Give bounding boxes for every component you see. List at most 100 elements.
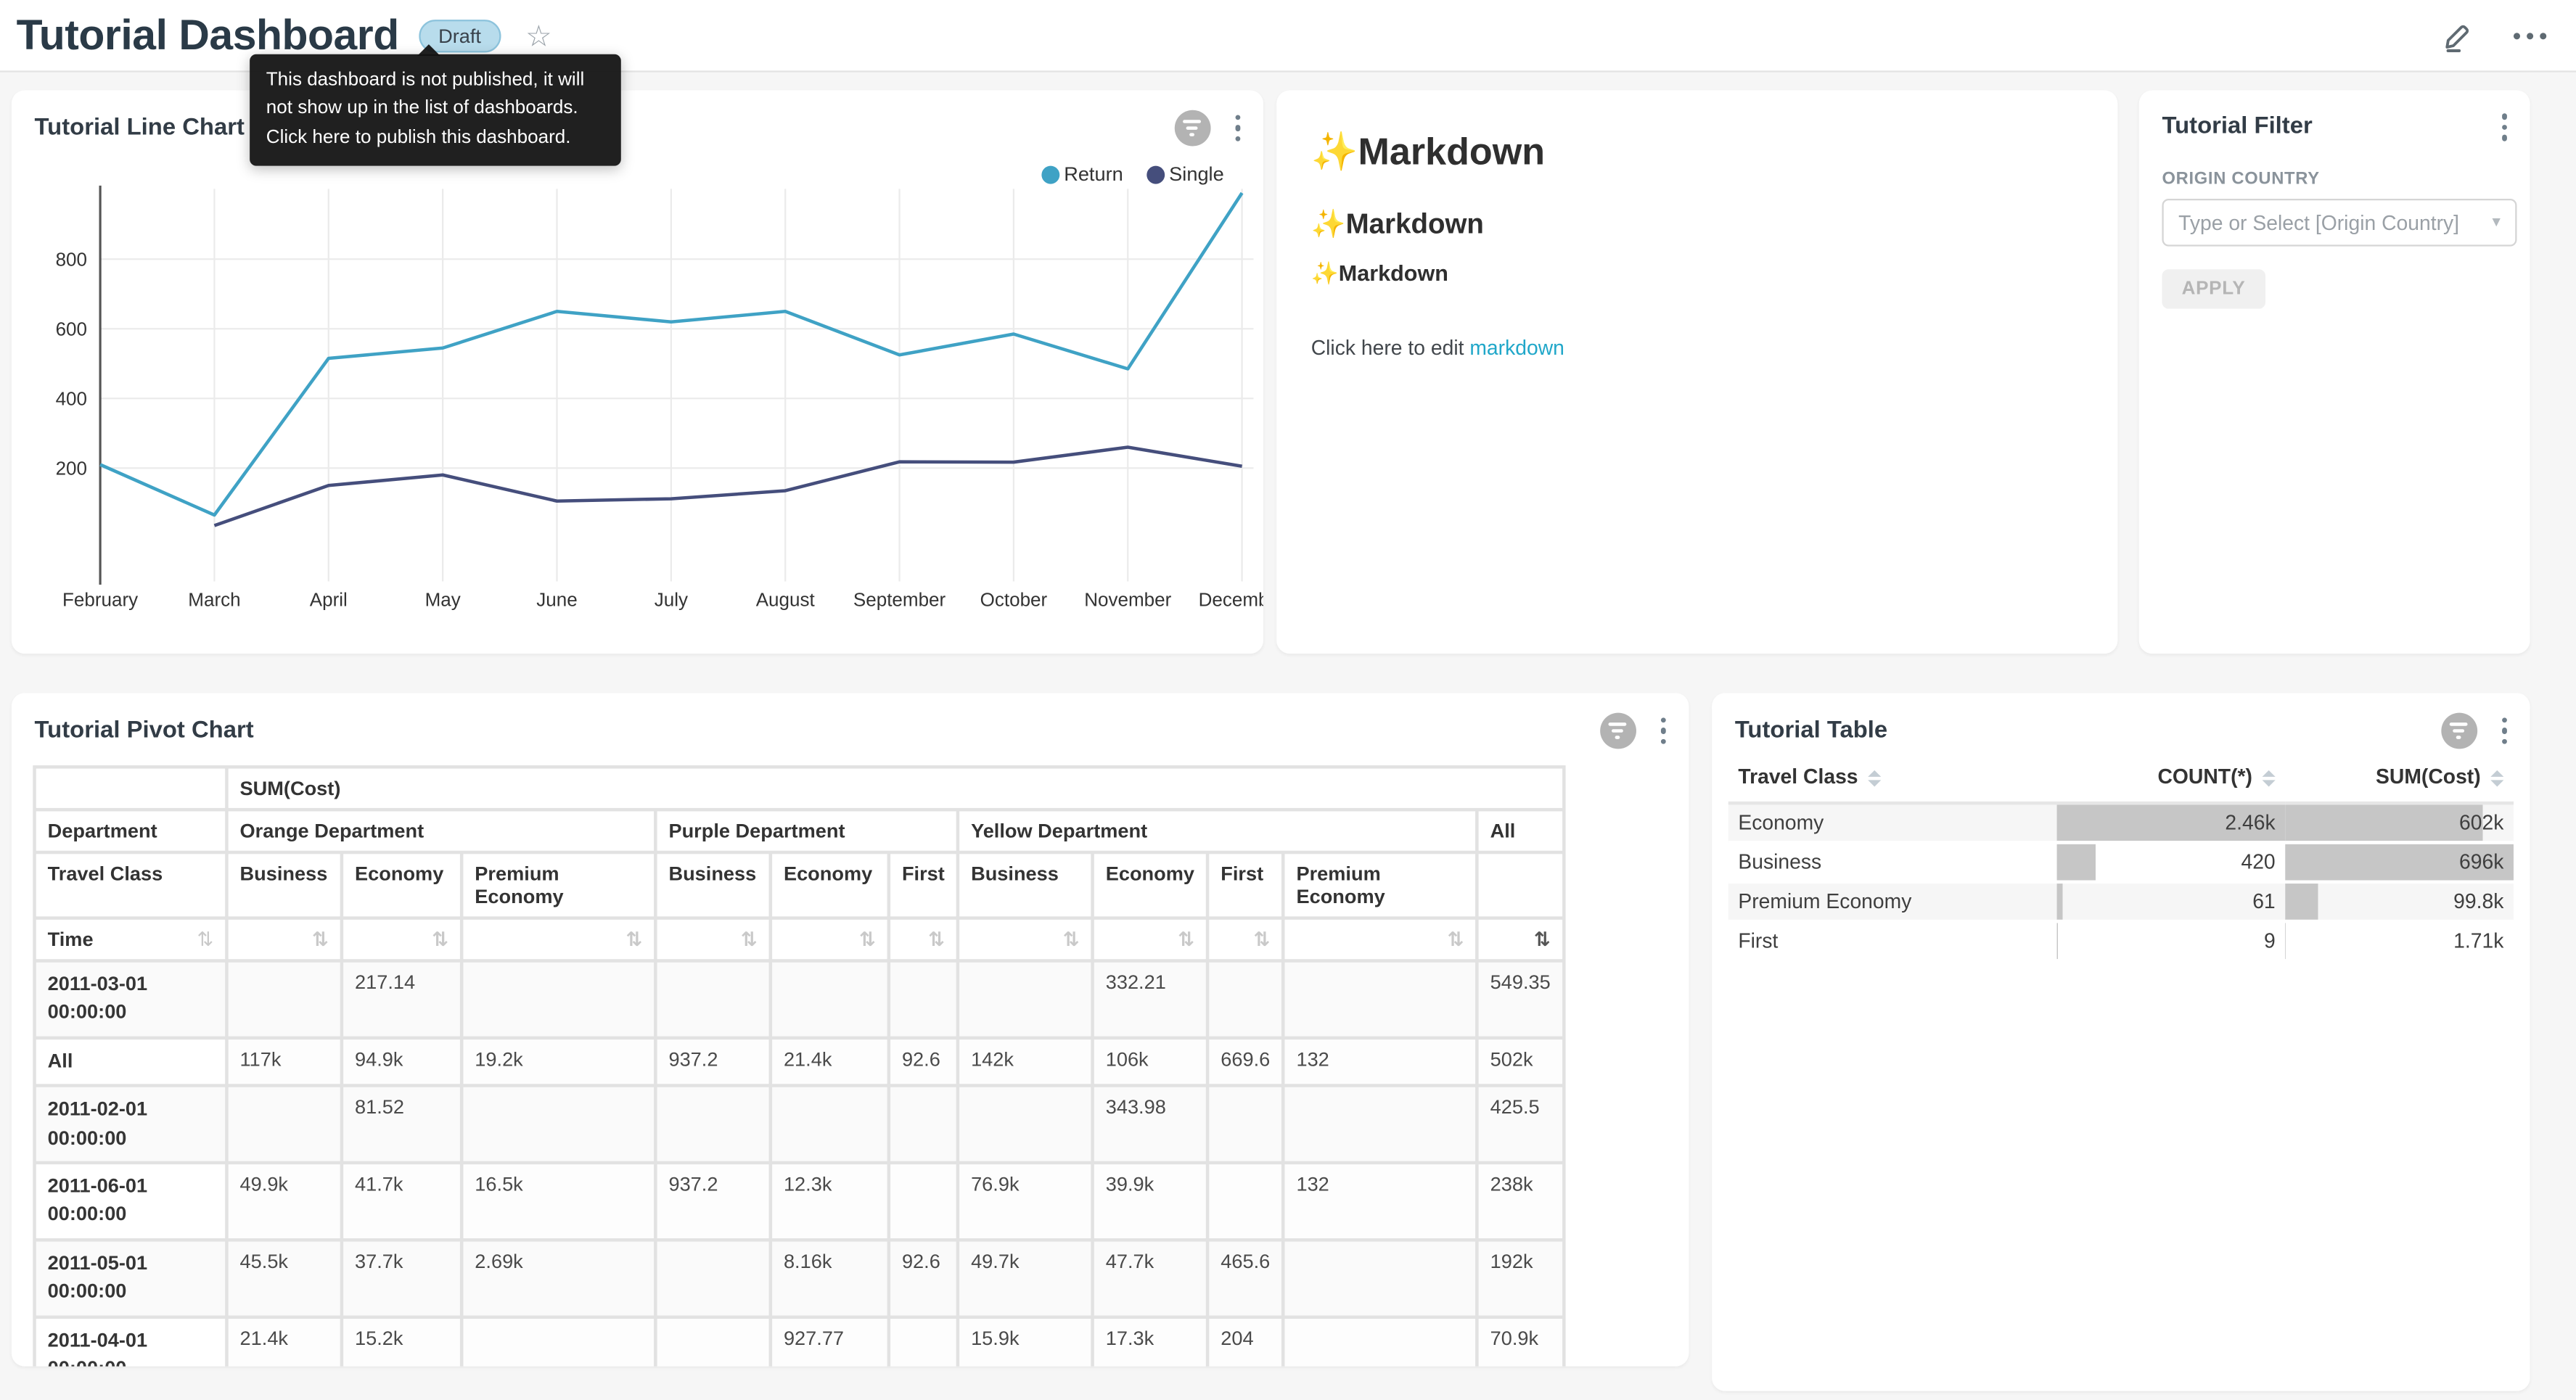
pivot-class-header[interactable]: Economy xyxy=(772,854,887,916)
table-row[interactable]: First91.71k xyxy=(1728,921,2514,960)
applied-filter-badge-icon[interactable] xyxy=(2440,713,2477,749)
legend-item[interactable]: Single xyxy=(1146,162,1223,186)
pivot-value-cell: 92.6 xyxy=(890,1039,956,1084)
table-card-header: Tutorial Table xyxy=(1735,713,2514,749)
pivot-class-header[interactable]: Economy xyxy=(1094,854,1206,916)
markdown-card[interactable]: ✨Markdown ✨Markdown ✨Markdown Click here… xyxy=(1276,91,2117,654)
pivot-title: Tutorial Pivot Chart xyxy=(35,717,254,744)
pivot-value-cell: 92.6 xyxy=(890,1241,956,1314)
tutorial-table-wrap: Travel Class COUNT(*) SUM(Cost) Economy2.46… xyxy=(1728,755,2514,962)
pivot-chart-card: Tutorial Pivot Chart SUM(Cost)Department… xyxy=(12,693,1689,1366)
pivot-time-header[interactable]: Time⇅ xyxy=(36,920,225,959)
legend-item[interactable]: Return xyxy=(1041,162,1123,186)
table-header-row: Travel Class COUNT(*) SUM(Cost) xyxy=(1728,755,2514,803)
pivot-group-header[interactable]: All xyxy=(1479,811,1562,850)
pivot-row: 2011-03-01 00:00:00217.14332.21549.35 xyxy=(36,963,1562,1036)
star-icon[interactable]: ☆ xyxy=(525,20,552,50)
pivot-class-header[interactable] xyxy=(1479,854,1562,916)
applied-filter-badge-icon[interactable] xyxy=(1599,713,1636,749)
ellipsis-menu-button[interactable] xyxy=(2514,32,2546,38)
pivot-value-cell: 343.98 xyxy=(1094,1087,1206,1161)
kebab-menu-icon[interactable] xyxy=(2495,714,2514,747)
pivot-value-cell: 332.21 xyxy=(1094,963,1206,1036)
column-header-label: SUM(Cost) xyxy=(2376,765,2481,788)
kebab-menu-icon[interactable] xyxy=(2495,110,2514,144)
sum-cost-cell: 696k xyxy=(2285,842,2514,881)
pivot-value-cell xyxy=(959,1087,1091,1161)
pivot-group-header[interactable]: Orange Department xyxy=(229,811,654,850)
sort-icon[interactable]: ⇅ xyxy=(890,920,956,959)
pivot-value-cell: 8.16k xyxy=(772,1241,887,1314)
pivot-group-header[interactable]: Yellow Department xyxy=(959,811,1475,850)
series-line-single[interactable] xyxy=(214,447,1242,525)
pivot-value-cell: 19.2k xyxy=(463,1039,654,1084)
sort-icon[interactable]: ⇅ xyxy=(343,920,460,959)
pivot-class-header[interactable]: Economy xyxy=(343,854,460,916)
pivot-class-header[interactable]: First xyxy=(1209,854,1281,916)
kebab-menu-icon[interactable] xyxy=(1654,714,1673,747)
sort-caret-icon[interactable] xyxy=(1868,770,1881,786)
sort-icon[interactable]: ⇅ xyxy=(657,920,769,959)
pivot-class-header[interactable]: Business xyxy=(959,854,1091,916)
y-axis-tick: 800 xyxy=(56,248,87,270)
sort-icon[interactable]: ⇅ xyxy=(197,928,214,951)
table-row[interactable]: Business420696k xyxy=(1728,842,2514,881)
count-cell: 61 xyxy=(2057,882,2286,921)
sort-icon[interactable]: ⇅ xyxy=(463,920,654,959)
x-axis-label: April xyxy=(310,588,348,610)
pivot-value-cell: 17.3k xyxy=(1094,1318,1206,1367)
x-axis-label: May xyxy=(425,588,461,610)
sort-caret-icon[interactable] xyxy=(2490,770,2503,786)
pivot-row-label: 2011-06-01 00:00:00 xyxy=(36,1164,225,1238)
filter-card: Tutorial Filter ORIGIN COUNTRY Type or S… xyxy=(2139,91,2530,654)
pivot-value-cell: 465.6 xyxy=(1209,1241,1281,1314)
sort-icon[interactable]: ⇅ xyxy=(229,920,340,959)
sort-icon[interactable]: ⇅ xyxy=(1285,920,1476,959)
pivot-value-cell xyxy=(229,963,340,1036)
line-chart-card: Tutorial Line Chart ReturnSingle 2004006… xyxy=(12,91,1263,654)
pivot-group-header[interactable]: Purple Department xyxy=(657,811,956,850)
markdown-paragraph-text: Click here to edit xyxy=(1311,337,1470,360)
sort-icon[interactable]: ⇅ xyxy=(1094,920,1206,959)
applied-filter-badge-icon[interactable] xyxy=(1174,110,1210,147)
pivot-row: 2011-05-01 00:00:0045.5k37.7k2.69k8.16k9… xyxy=(36,1241,1562,1314)
markdown-h1: ✨Markdown xyxy=(1311,130,2083,174)
table-row[interactable]: Economy2.46k602k xyxy=(1728,803,2514,842)
column-header-sum-cost-[interactable]: SUM(Cost) xyxy=(2285,755,2514,803)
pivot-value-cell: 937.2 xyxy=(657,1039,769,1084)
column-header-label: COUNT(*) xyxy=(2157,765,2252,788)
pivot-value-cell: 204 xyxy=(1209,1318,1281,1367)
column-header-travel-class[interactable]: Travel Class xyxy=(1728,755,2057,803)
pivot-row-label: All xyxy=(36,1039,225,1084)
pivot-measure-label: SUM(Cost) xyxy=(229,769,1562,808)
apply-button[interactable]: APPLY xyxy=(2162,269,2265,308)
sort-icon[interactable]: ⇅ xyxy=(959,920,1091,959)
table-row[interactable]: Premium Economy6199.8k xyxy=(1728,882,2514,921)
count-cell: 9 xyxy=(2057,921,2286,960)
pivot-class-header[interactable]: Premium Economy xyxy=(463,854,654,916)
pivot-department-row: DepartmentOrange DepartmentPurple Depart… xyxy=(36,811,1562,850)
x-axis-label: February xyxy=(62,588,138,610)
filter-field-label: ORIGIN COUNTRY xyxy=(2162,169,2506,189)
sort-icon[interactable]: ⇅ xyxy=(1209,920,1281,959)
publish-tooltip: This dashboard is not published, it will… xyxy=(250,54,621,165)
pivot-value-cell xyxy=(772,963,887,1036)
edit-dashboard-button[interactable] xyxy=(2441,19,2474,52)
kebab-menu-icon[interactable] xyxy=(1228,111,1247,144)
pivot-row-label: 2011-04-01 00:00:00 xyxy=(36,1318,225,1367)
sort-caret-icon[interactable] xyxy=(2263,770,2276,786)
pivot-row-label: 2011-03-01 00:00:00 xyxy=(36,963,225,1036)
legend-label: Single xyxy=(1169,162,1224,186)
pivot-value-cell xyxy=(890,1087,956,1161)
column-header-count-[interactable]: COUNT(*) xyxy=(2057,755,2286,803)
x-axis-label: September xyxy=(853,588,946,610)
pivot-class-header[interactable]: First xyxy=(890,854,956,916)
sort-icon[interactable]: ⇅ xyxy=(1479,920,1562,959)
sort-icon[interactable]: ⇅ xyxy=(772,920,887,959)
tutorial-table: Travel Class COUNT(*) SUM(Cost) Economy2.46… xyxy=(1728,755,2514,962)
pivot-class-header[interactable]: Business xyxy=(657,854,769,916)
pivot-class-header[interactable]: Premium Economy xyxy=(1285,854,1476,916)
origin-country-select[interactable]: Type or Select [Origin Country] ▾ xyxy=(2162,199,2516,247)
pivot-class-header[interactable]: Business xyxy=(229,854,340,916)
markdown-edit-link[interactable]: markdown xyxy=(1469,337,1564,360)
